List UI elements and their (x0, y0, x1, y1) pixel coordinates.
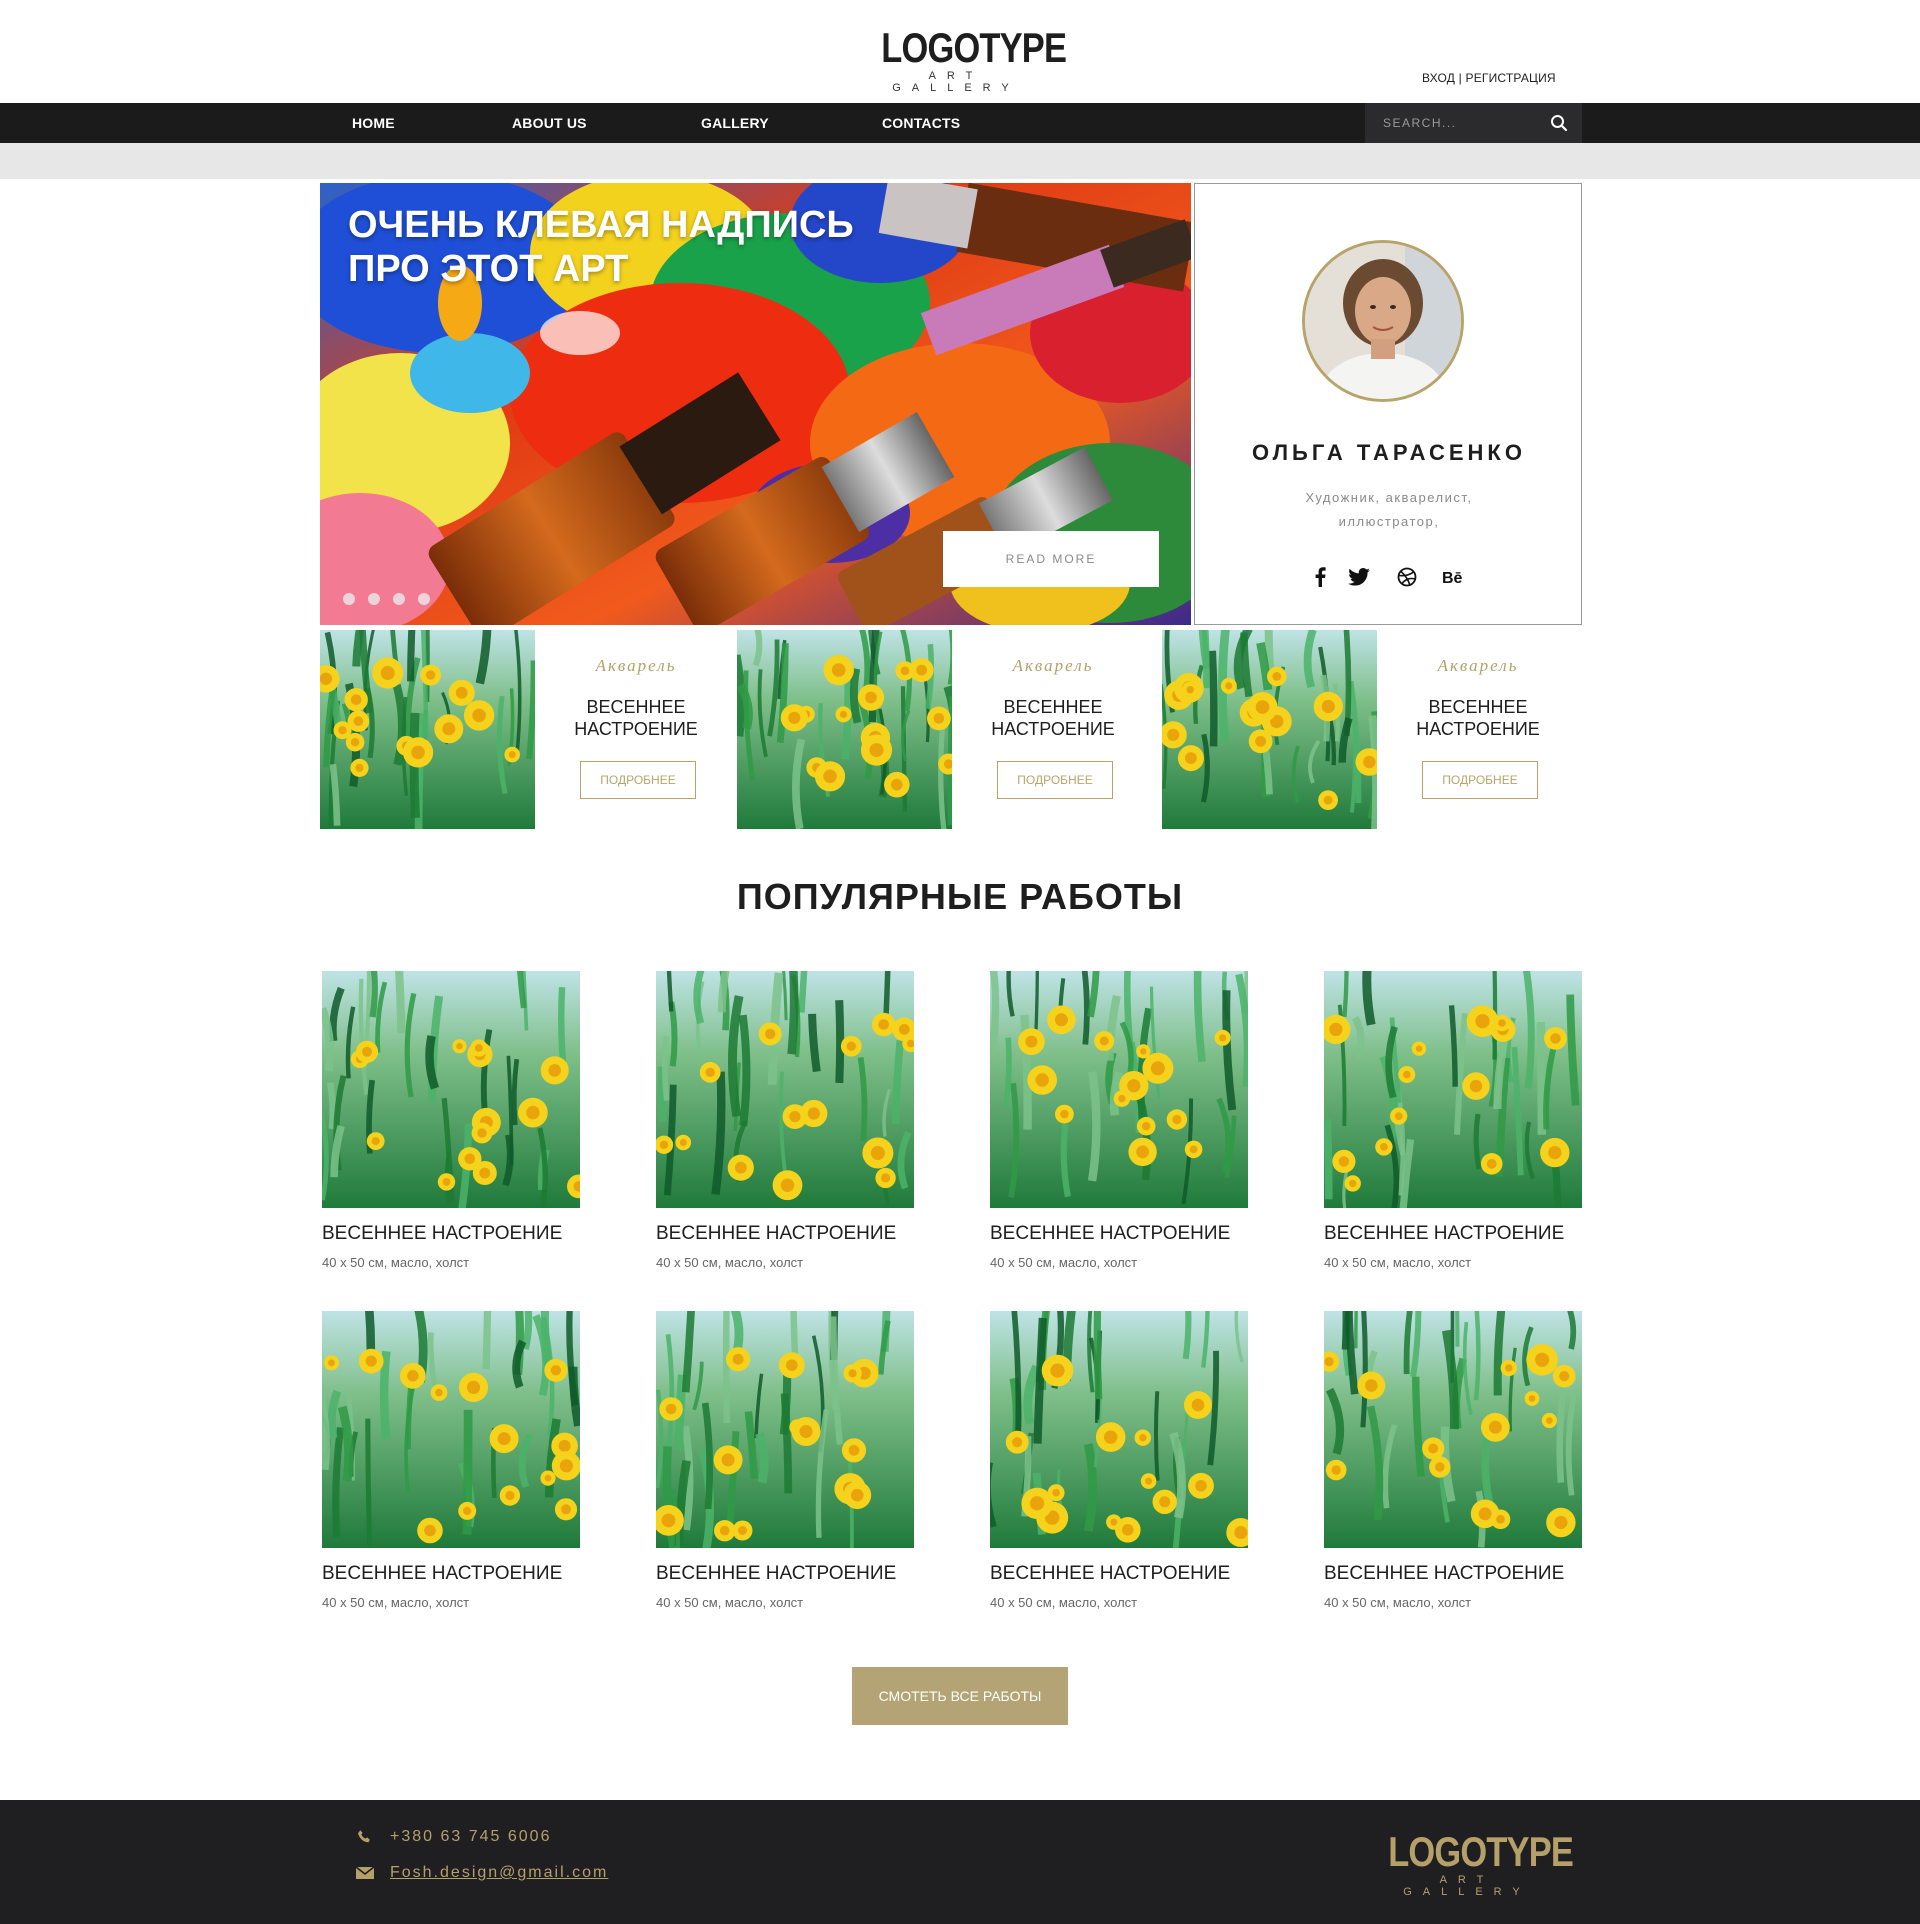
hero-title: ОЧЕНЬ КЛЕВАЯ НАДПИСЬ ПРО ЭТОТ АРТ (348, 203, 948, 291)
featured-title-1: ВЕСЕННЕЕ НАСТРОЕНИЕ (551, 696, 721, 740)
featured-category-3: Акварель (1437, 656, 1519, 675)
view-all-works-button[interactable]: СМОТЕТЬ ВСЕ РАБОТЫ (852, 1667, 1068, 1725)
popular-card-desc-4: 40 х 50 см, масло, холст (1324, 1255, 1472, 1270)
logo[interactable]: LOGOTYPE ART GALLERY (866, 24, 1067, 94)
social-links: Bē (1305, 562, 1485, 592)
popular-card-title-2[interactable]: ВЕСЕННЕЕ НАСТРОЕНИЕ (656, 1223, 896, 1245)
behance-icon[interactable]: Bē (1439, 562, 1469, 592)
popular-card-desc-1: 40 х 50 см, масло, холст (322, 1255, 470, 1270)
login-link[interactable]: ВХОД (1422, 71, 1455, 85)
featured-details-button-1[interactable]: ПОДРОБНЕЕ (580, 761, 696, 799)
popular-card-title-6[interactable]: ВЕСЕННЕЕ НАСТРОЕНИЕ (656, 1563, 896, 1585)
featured-title-1-line2: НАСТРОЕНИЕ (574, 719, 698, 739)
footer-phone[interactable]: +380 63 745 6006 (390, 1828, 551, 1846)
popular-card-title-1[interactable]: ВЕСЕННЕЕ НАСТРОЕНИЕ (322, 1223, 562, 1245)
artist-profile-card: ОЛЬГА ТАРАСЕНКО Художник, акварелист, ил… (1194, 183, 1582, 625)
popular-card-title-5[interactable]: ВЕСЕННЕЕ НАСТРОЕНИЕ (322, 1563, 562, 1585)
featured-category-1: Акварель (595, 656, 677, 675)
mail-icon (356, 1864, 374, 1882)
hero-slider: ОЧЕНЬ КЛЕВАЯ НАДПИСЬ ПРО ЭТОТ АРТ READ M… (320, 183, 1191, 625)
popular-card-image-2[interactable] (656, 971, 914, 1208)
featured-title-3: ВЕСЕННЕЕ НАСТРОЕНИЕ (1393, 696, 1563, 740)
featured-title-2-line2: НАСТРОЕНИЕ (991, 719, 1115, 739)
featured-details-button-2[interactable]: ПОДРОБНЕЕ (997, 761, 1113, 799)
nav-item-gallery[interactable]: GALLERY (701, 103, 769, 143)
header: LOGOTYPE ART GALLERY ВХОД | РЕГИСТРАЦИЯ (0, 0, 1920, 103)
popular-card-image-3[interactable] (990, 971, 1248, 1208)
popular-card-image-5[interactable] (322, 1311, 580, 1548)
popular-card-title-8[interactable]: ВЕСЕННЕЕ НАСТРОЕНИЕ (1324, 1563, 1564, 1585)
slider-dots (343, 593, 430, 605)
footer-email-link[interactable]: Fosh.design@gmail.com (390, 1864, 608, 1882)
featured-title-2-line1: ВЕСЕННЕЕ (1003, 697, 1103, 717)
main-nav: HOME ABOUT US GALLERY CONTACTS (0, 103, 1920, 143)
footer-logo[interactable]: LOGOTYPE ART GALLERY (1372, 1828, 1574, 1898)
featured-title-2: ВЕСЕННЕЕ НАСТРОЕНИЕ (968, 696, 1138, 740)
register-link[interactable]: РЕГИСТРАЦИЯ (1465, 71, 1555, 85)
featured-details-button-3[interactable]: ПОДРОБНЕЕ (1422, 761, 1538, 799)
popular-section-title: ПОПУЛЯРНЫЕ РАБОТЫ (736, 876, 1184, 917)
popular-card-desc-2: 40 х 50 см, масло, холст (656, 1255, 804, 1270)
phone-icon (356, 1828, 374, 1846)
popular-card-title-4[interactable]: ВЕСЕННЕЕ НАСТРОЕНИЕ (1324, 1223, 1564, 1245)
artist-role-line2: иллюстратор, (1338, 514, 1440, 529)
popular-card-title-3[interactable]: ВЕСЕННЕЕ НАСТРОЕНИЕ (990, 1223, 1230, 1245)
search-input[interactable] (1383, 103, 1543, 143)
popular-card-desc-6: 40 х 50 см, масло, холст (656, 1595, 804, 1610)
search-icon[interactable] (1550, 114, 1568, 132)
popular-card-desc-8: 40 х 50 см, масло, холст (1324, 1595, 1472, 1610)
facebook-icon[interactable] (1305, 562, 1335, 592)
hero-title-line2: ПРО ЭТОТ АРТ (348, 248, 629, 290)
footer: +380 63 745 6006 Fosh.design@gmail.com L… (0, 1800, 1920, 1924)
auth-links: ВХОД | РЕГИСТРАЦИЯ (1422, 71, 1556, 85)
dribbble-icon[interactable] (1392, 562, 1422, 592)
featured-image-1[interactable] (320, 630, 535, 829)
popular-card-image-1[interactable] (322, 971, 580, 1208)
featured-image-2[interactable] (737, 630, 952, 829)
nav-item-contacts[interactable]: CONTACTS (882, 103, 960, 143)
featured-image-3[interactable] (1162, 630, 1377, 829)
popular-card-image-6[interactable] (656, 1311, 914, 1548)
popular-card-image-7[interactable] (990, 1311, 1248, 1548)
slider-dot-3[interactable] (393, 593, 405, 605)
auth-separator: | (1455, 71, 1466, 85)
featured-title-3-line2: НАСТРОЕНИЕ (1416, 719, 1540, 739)
featured-title-1-line1: ВЕСЕННЕЕ (586, 697, 686, 717)
footer-logo-main-text: LOGOTYPE (1388, 1828, 1574, 1875)
footer-logo-sub-text: ART GALLERY (1403, 1874, 1531, 1898)
artist-role-line1: Художник, акварелист, (1305, 490, 1473, 505)
footer-phone-row: +380 63 745 6006 (356, 1828, 551, 1846)
slider-dot-2[interactable] (368, 593, 380, 605)
read-more-button[interactable]: READ MORE (943, 531, 1159, 587)
hero-title-line1: ОЧЕНЬ КЛЕВАЯ НАДПИСЬ (348, 204, 854, 246)
featured-title-3-line1: ВЕСЕННЕЕ (1428, 697, 1528, 717)
popular-card-image-8[interactable] (1324, 1311, 1582, 1548)
slider-dot-1[interactable] (343, 593, 355, 605)
featured-category-2: Акварель (1012, 656, 1094, 675)
svg-text:Bē: Bē (1442, 570, 1463, 585)
popular-card-title-7[interactable]: ВЕСЕННЕЕ НАСТРОЕНИЕ (990, 1563, 1230, 1585)
artist-name: ОЛЬГА ТАРАСЕНКО (1252, 440, 1526, 465)
popular-card-desc-5: 40 х 50 см, масло, холст (322, 1595, 470, 1610)
popular-card-desc-3: 40 х 50 см, масло, холст (990, 1255, 1138, 1270)
popular-card-image-4[interactable] (1324, 971, 1582, 1208)
avatar (1302, 240, 1464, 402)
popular-card-desc-7: 40 х 50 см, масло, холст (990, 1595, 1138, 1610)
search-box (1365, 103, 1582, 143)
twitter-icon[interactable] (1344, 562, 1374, 592)
nav-item-home[interactable]: HOME (352, 103, 395, 143)
page: LOGOTYPE ART GALLERY ВХОД | РЕГИСТРАЦИЯ … (0, 0, 1920, 1924)
slider-dot-4[interactable] (418, 593, 430, 605)
header-divider-strip (0, 143, 1920, 179)
logo-sub-text: ART GALLERY (892, 70, 1020, 94)
logo-main-text: LOGOTYPE (881, 24, 1067, 71)
artist-role: Художник, акварелист, иллюстратор, (1279, 486, 1499, 534)
footer-email-row: Fosh.design@gmail.com (356, 1864, 608, 1882)
nav-item-about-us[interactable]: ABOUT US (512, 103, 587, 143)
